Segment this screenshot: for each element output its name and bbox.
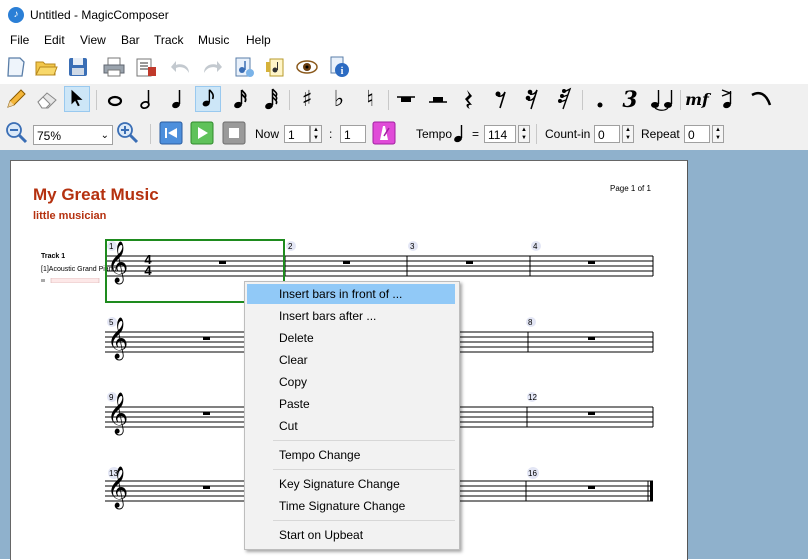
menu-divider	[273, 469, 455, 470]
bar-number: 16	[528, 469, 537, 478]
delete-item[interactable]: Delete	[247, 328, 455, 348]
time-signature[interactable]: 4 4	[143, 253, 153, 278]
insert-bars-after-item[interactable]: Insert bars after ...	[247, 306, 455, 326]
menu-item-label: Start on Upbeat	[279, 528, 364, 542]
copy-item[interactable]: Copy	[247, 372, 455, 392]
menu-item-label: Insert bars after ...	[279, 309, 377, 323]
menu-item-label: Delete	[279, 331, 314, 345]
bar-number: 2	[288, 242, 293, 251]
time-signature-change-item[interactable]: Time Signature Change	[247, 496, 455, 516]
start-on-upbeat-item[interactable]: Start on Upbeat	[247, 525, 455, 545]
menu-item-label: Insert bars in front of ...	[279, 287, 403, 301]
bar-number: 13	[109, 469, 118, 478]
tempo-change-item[interactable]: Tempo Change	[247, 445, 455, 465]
cut-item[interactable]: Cut	[247, 416, 455, 436]
menu-item-label: Time Signature Change	[279, 499, 406, 513]
bar-context-menu: Insert bars in front of ... Insert bars …	[244, 281, 460, 550]
bar-number: 9	[109, 393, 114, 402]
menu-item-label: Key Signature Change	[279, 477, 400, 491]
bar-number: 8	[528, 318, 533, 327]
menu-divider	[273, 520, 455, 521]
key-signature-change-item[interactable]: Key Signature Change	[247, 474, 455, 494]
menu-divider	[273, 440, 455, 441]
menu-item-label: Paste	[279, 397, 310, 411]
bar-number: 3	[410, 242, 415, 251]
time-signature-bottom: 4	[144, 263, 152, 278]
menu-item-label: Clear	[279, 353, 308, 367]
insert-bars-before-item[interactable]: Insert bars in front of ...	[247, 284, 455, 304]
menu-item-label: Copy	[279, 375, 308, 389]
bar-number: 5	[109, 318, 114, 327]
bar-number: 4	[533, 242, 538, 251]
clear-item[interactable]: Clear	[247, 350, 455, 370]
bar-number: 1	[109, 242, 114, 251]
paste-item[interactable]: Paste	[247, 394, 455, 414]
menu-item-label: Cut	[279, 419, 298, 433]
menu-item-label: Tempo Change	[279, 448, 361, 462]
bar-number: 12	[528, 393, 537, 402]
